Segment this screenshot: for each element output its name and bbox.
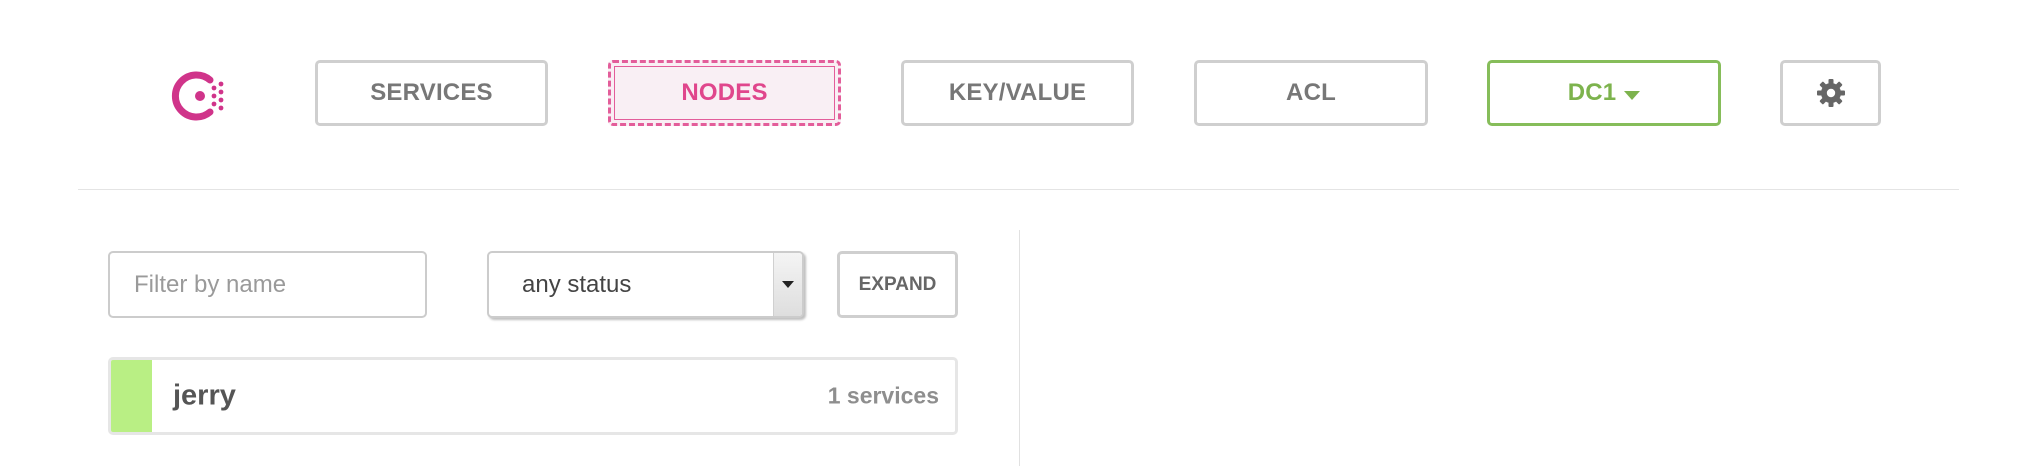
node-name: jerry	[173, 379, 236, 412]
select-arrow-icon[interactable]	[773, 253, 802, 316]
nav-keyvalue-label: KEY/VALUE	[948, 79, 1087, 106]
status-select-value: any status	[522, 270, 632, 298]
nav-keyvalue-button[interactable]: KEY/VALUE	[901, 60, 1134, 126]
nav-services-button[interactable]: SERVICES	[315, 60, 548, 126]
node-list-item[interactable]: jerry 1 services	[108, 357, 958, 435]
consul-logo-icon[interactable]	[170, 66, 230, 126]
nav-acl-label: ACL	[1286, 79, 1336, 106]
caret-down-icon	[1624, 90, 1641, 100]
datacenter-label: DC1	[1567, 79, 1617, 106]
nav-nodes-label: NODES	[681, 79, 768, 106]
filter-by-name-input[interactable]	[108, 251, 427, 318]
settings-button[interactable]	[1780, 60, 1881, 126]
nav-services-label: SERVICES	[370, 79, 493, 106]
column-divider	[1019, 230, 1020, 466]
status-select[interactable]: any status	[487, 251, 804, 318]
node-status-indicator	[111, 360, 152, 432]
header-divider	[78, 189, 1959, 190]
nav-nodes-button[interactable]: NODES	[608, 60, 841, 126]
datacenter-dropdown[interactable]: DC1	[1487, 60, 1721, 126]
node-services-count: 1 services	[827, 382, 939, 409]
gear-icon	[1816, 79, 1845, 107]
nav-acl-button[interactable]: ACL	[1194, 60, 1428, 126]
expand-button[interactable]: EXPAND	[837, 251, 958, 318]
expand-label: EXPAND	[858, 273, 937, 295]
